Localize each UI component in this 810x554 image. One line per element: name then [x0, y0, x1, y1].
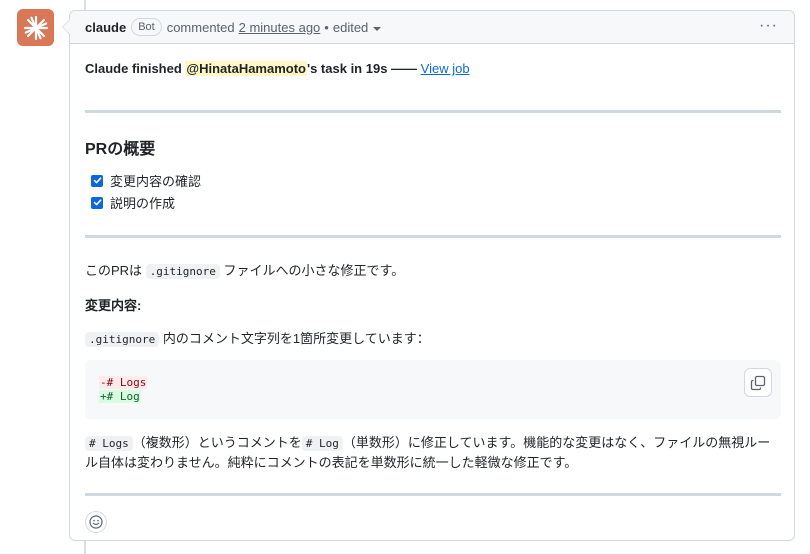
checkbox-checked-icon[interactable] — [91, 174, 103, 187]
edited-label[interactable]: edited — [333, 20, 368, 35]
status-suffix: 's task in 19s —— — [307, 61, 418, 76]
description-paragraph: このPRは .gitignore ファイルへの小さな修正です。 — [85, 263, 405, 279]
inline-code: # Log — [301, 436, 343, 451]
divider — [85, 110, 781, 113]
kebab-menu-icon[interactable]: ··· — [759, 18, 778, 34]
task-label: 変更内容の確認 — [110, 174, 202, 189]
comment-action: commented — [166, 19, 235, 35]
inline-code: .gitignore — [145, 264, 220, 279]
timestamp-link[interactable]: 2 minutes ago — [239, 20, 321, 35]
claude-logo-icon — [23, 15, 48, 40]
task-label: 説明の作成 — [110, 196, 176, 211]
task-item: 説明の作成 — [91, 193, 175, 212]
bot-badge: Bot — [131, 18, 162, 36]
chevron-down-icon[interactable] — [373, 26, 382, 31]
divider — [85, 235, 781, 238]
explanation-paragraph: # Logs （複数形）というコメントを # Log （単数形）に修正しています。機能… — [85, 435, 771, 470]
changes-paragraph: .gitignore 内のコメント文字列を1箇所変更しています： — [85, 328, 430, 347]
status-prefix: Claude finished — [85, 61, 186, 76]
avatar[interactable] — [17, 9, 54, 46]
checkbox-checked-icon[interactable] — [91, 196, 103, 209]
divider — [85, 493, 781, 496]
separator-dot: • — [324, 19, 329, 35]
user-mention[interactable]: @HinataHamamoto — [185, 61, 307, 76]
copy-button[interactable] — [744, 368, 772, 397]
add-reaction-button[interactable] — [85, 511, 107, 533]
author-name[interactable]: claude — [85, 20, 126, 35]
diff-removed-line: -# Logs — [99, 376, 148, 389]
copy-icon — [750, 375, 766, 390]
comment-card: claude Bot commented 2 minutes ago • edi… — [62, 10, 795, 541]
changes-heading: 変更内容: — [85, 298, 142, 313]
smiley-icon — [89, 515, 103, 529]
section-heading: PRの概要 — [85, 141, 156, 158]
view-job-link[interactable]: View job — [421, 61, 470, 76]
inline-code: .gitignore — [85, 332, 160, 347]
diff-code-block: -# Logs +# Log — [85, 360, 781, 419]
inline-code: # Logs — [85, 436, 133, 451]
task-item: 変更内容の確認 — [91, 171, 201, 190]
status-line: Claude finished @HinataHamamoto's task i… — [85, 61, 470, 76]
comment-header: claude Bot commented 2 minutes ago • edi… — [62, 11, 794, 44]
diff-added-line: +# Log — [99, 390, 141, 403]
